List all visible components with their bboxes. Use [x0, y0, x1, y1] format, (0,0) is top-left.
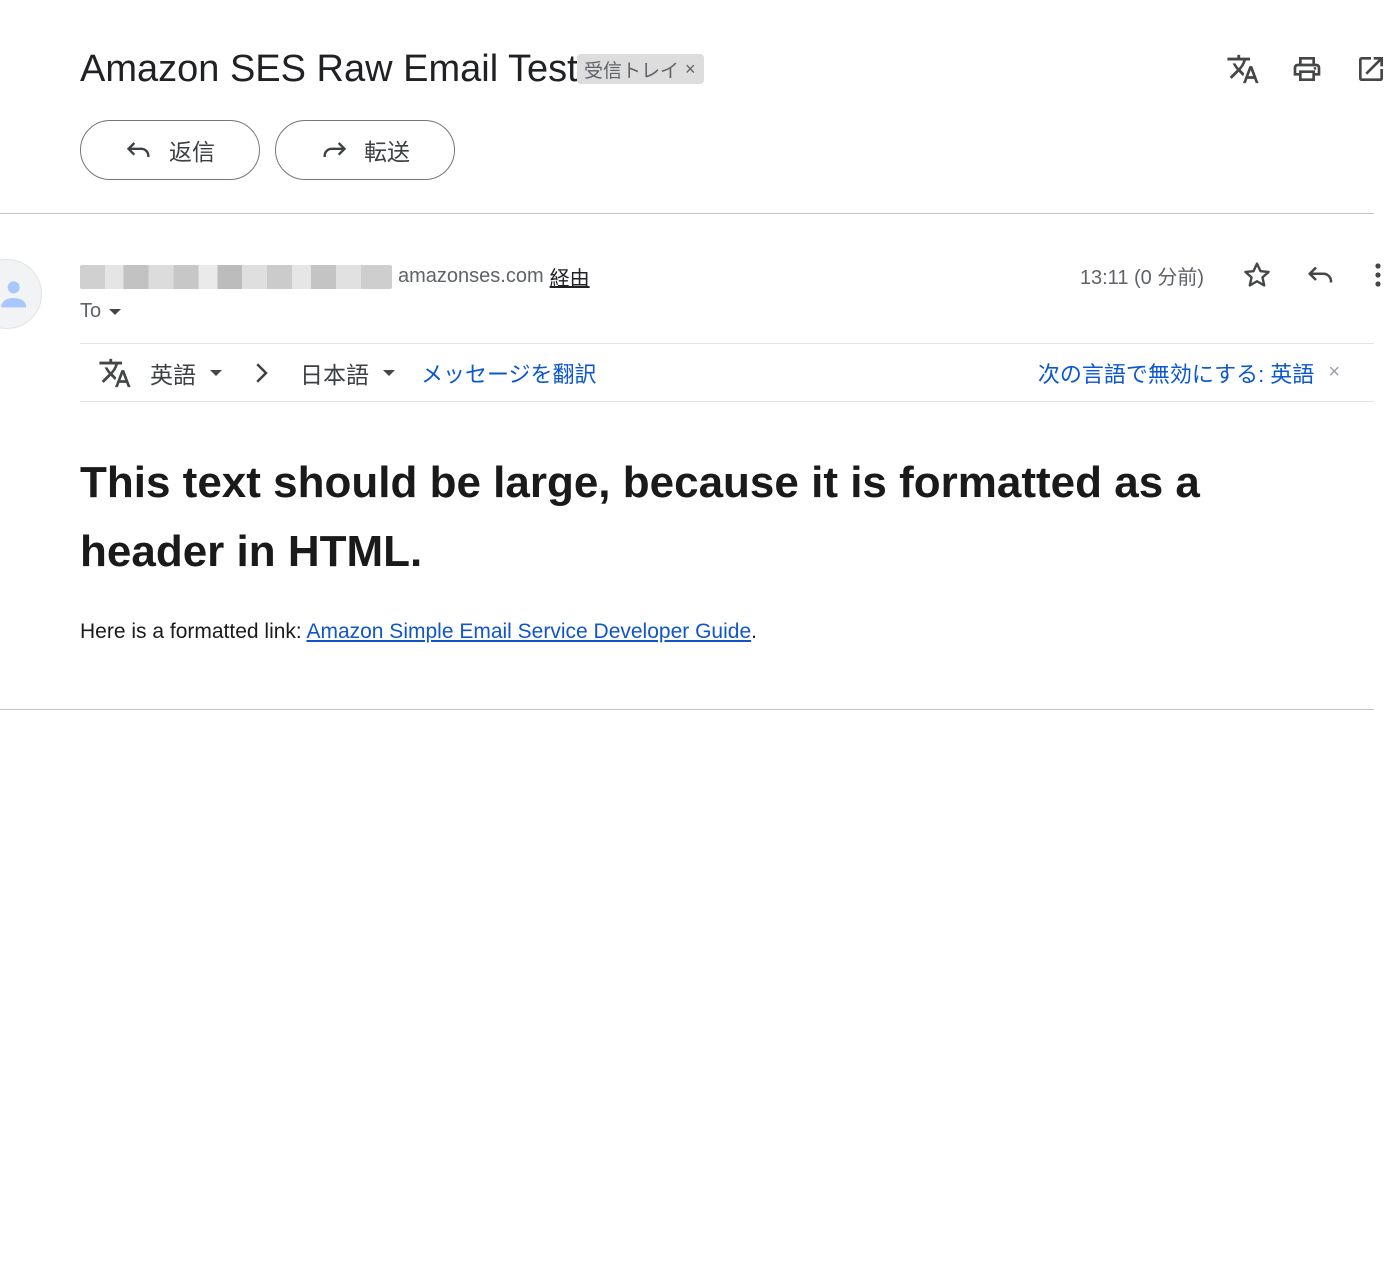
- redacted-sender-address: [80, 264, 392, 289]
- email-view: Amazon SES Raw Email Test 受信トレイ × 返信 転送: [0, 0, 1400, 1267]
- chevron-down-icon: [383, 369, 395, 376]
- translate-icon[interactable]: [1226, 52, 1260, 86]
- developer-guide-link[interactable]: Amazon Simple Email Service Developer Gu…: [306, 620, 751, 643]
- print-icon[interactable]: [1290, 52, 1324, 86]
- forward-icon: [323, 142, 347, 157]
- open-in-new-window-icon[interactable]: [1354, 52, 1388, 86]
- label-chip-text: 受信トレイ: [584, 60, 680, 82]
- avatar[interactable]: [0, 259, 42, 329]
- translation-options: 英語 日本語 メッセージを翻訳: [98, 344, 597, 401]
- email-body-heading: This text should be large, because it is…: [80, 458, 1200, 576]
- paragraph-suffix: .: [751, 620, 757, 643]
- forward-label: 転送: [364, 139, 410, 165]
- message-meta: 13:11 (0 分前): [1080, 258, 1388, 292]
- target-language-select[interactable]: 日本語: [300, 356, 395, 390]
- via-link[interactable]: 経由: [550, 262, 590, 291]
- translation-bar: 英語 日本語 メッセージを翻訳 次の言語で無効にする: 英語 ×: [80, 343, 1374, 402]
- to-label: To: [80, 300, 102, 322]
- email-body-paragraph: Here is a formatted link: Amazon Simple …: [80, 620, 757, 644]
- message-divider: [0, 709, 1374, 710]
- forward-button[interactable]: 転送: [275, 120, 455, 180]
- chevron-right-icon: [256, 362, 268, 383]
- inbox-label-chip[interactable]: 受信トレイ ×: [577, 54, 704, 84]
- close-icon[interactable]: ×: [1328, 361, 1340, 384]
- translate-icon: [99, 358, 131, 387]
- more-options-icon[interactable]: [1368, 258, 1388, 292]
- recipients-toggle[interactable]: To: [80, 300, 122, 323]
- star-icon[interactable]: [1240, 258, 1274, 292]
- chevron-down-icon: [210, 369, 222, 376]
- sender-domain: amazonses.com: [398, 265, 544, 287]
- paragraph-prefix: Here is a formatted link:: [80, 620, 307, 643]
- reply-button[interactable]: 返信: [80, 120, 260, 180]
- source-language-select[interactable]: 英語: [150, 356, 222, 390]
- person-icon: [1, 281, 27, 308]
- chevron-down-icon: [109, 308, 122, 315]
- reply-icon[interactable]: [1304, 258, 1338, 292]
- header-toolbar: [1226, 52, 1388, 86]
- source-language-label: 英語: [150, 361, 196, 388]
- disable-translation-link[interactable]: 次の言語で無効にする: 英語: [1038, 357, 1314, 389]
- translate-message-link[interactable]: メッセージを翻訳: [421, 357, 597, 389]
- translation-disable: 次の言語で無効にする: 英語 ×: [1038, 344, 1340, 401]
- email-subject: Amazon SES Raw Email Test: [80, 48, 578, 90]
- timestamp: 13:11 (0 分前): [1079, 266, 1204, 289]
- message-actions: 返信 転送: [80, 120, 455, 180]
- reply-label: 返信: [169, 139, 215, 165]
- label-remove-icon[interactable]: ×: [685, 60, 696, 78]
- target-language-label: 日本語: [300, 361, 369, 388]
- sender-info: amazonses.com 経由: [80, 262, 590, 291]
- header-divider: [0, 213, 1374, 214]
- reply-icon: [126, 142, 150, 157]
